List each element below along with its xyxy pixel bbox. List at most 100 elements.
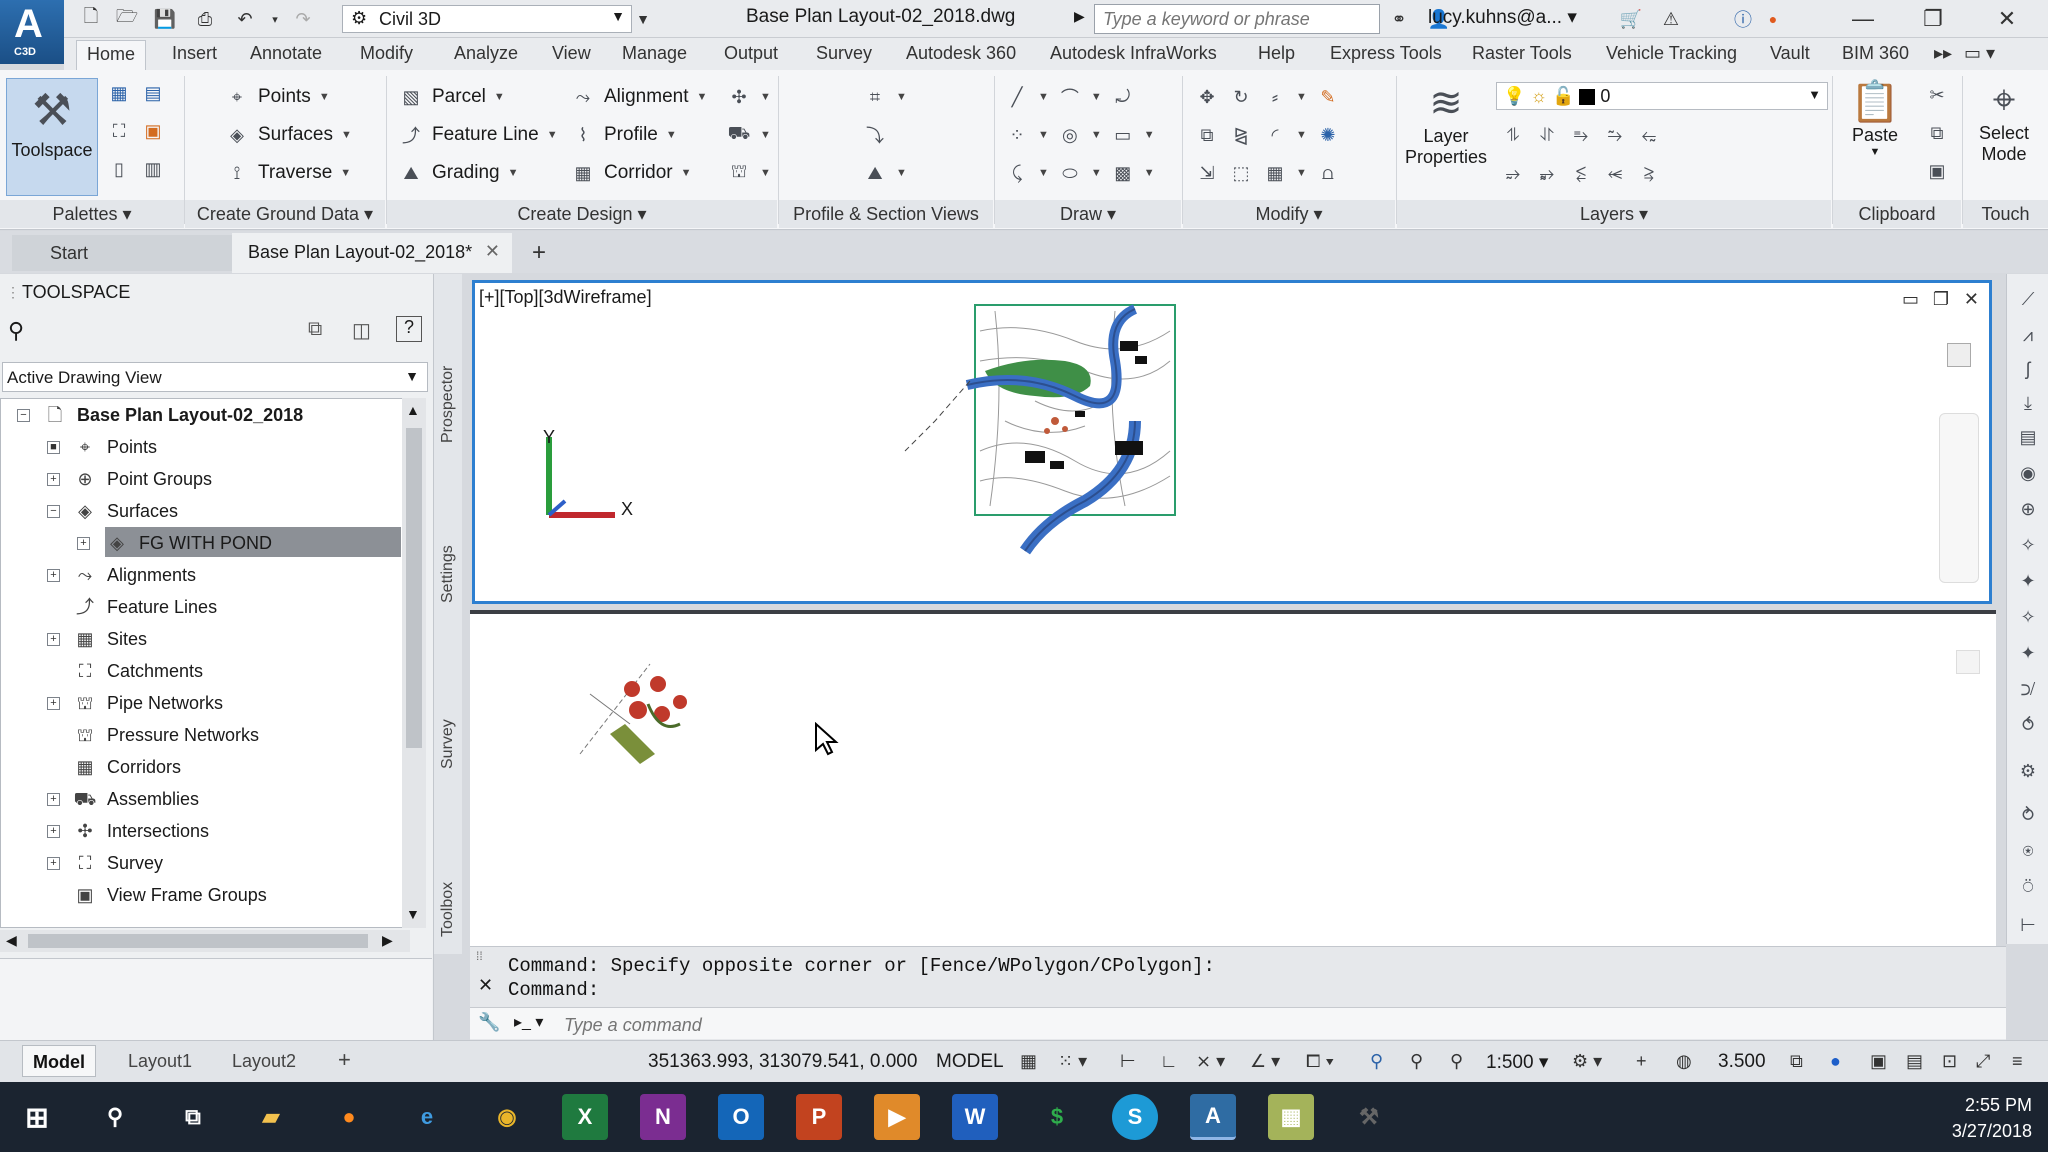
user-account[interactable]: lucy.kuhns@a... ▾: [1428, 6, 1577, 29]
scale-icon[interactable]: ⬚: [1228, 160, 1254, 186]
toggle-panel-icon[interactable]: ◫: [352, 318, 371, 343]
application-menu-button[interactable]: A C3D: [0, 0, 64, 64]
design-palette-icon[interactable]: ▯: [106, 156, 132, 182]
viewport-controls-label[interactable]: [+][Top][3dWireframe]: [479, 287, 652, 308]
collapse-toggle[interactable]: −: [47, 505, 60, 518]
tab-help[interactable]: Help: [1258, 43, 1295, 64]
rectangle-icon[interactable]: ▭: [1110, 122, 1136, 148]
expand-toggle[interactable]: +: [47, 633, 60, 646]
trim-icon[interactable]: ⸗: [1262, 84, 1288, 110]
more-tabs-icon[interactable]: ▸▸: [1934, 43, 1952, 64]
copy-clip-icon[interactable]: ⧉: [1924, 120, 1950, 146]
layer-isolate-icon[interactable]: ⥯: [1534, 122, 1560, 148]
tool-18-icon[interactable]: ⊢: [2017, 914, 2039, 936]
toolbox-icon[interactable]: ▣: [140, 118, 166, 144]
rotate-icon[interactable]: ↻: [1228, 84, 1254, 110]
polar-icon[interactable]: ⨯ ▾: [1196, 1051, 1225, 1072]
select-mode-button[interactable]: ⌖ Select Mode: [1964, 78, 2044, 165]
layer-merge-icon[interactable]: ⥵: [1534, 160, 1560, 186]
tool-15-icon[interactable]: ⥁: [2017, 804, 2039, 826]
task-view-icon[interactable]: ⧉: [170, 1094, 216, 1140]
annotation-visibility-icon[interactable]: ⚲: [1370, 1051, 1383, 1072]
prospector-icon[interactable]: ▦: [106, 80, 132, 106]
osnap-icon[interactable]: ⧠ ▾: [1306, 1051, 1334, 1072]
expand-toggle[interactable]: ■: [47, 441, 60, 454]
help-search-input[interactable]: [1094, 4, 1380, 34]
chrome-icon[interactable]: ◉: [484, 1094, 530, 1140]
tab-settings[interactable]: Settings: [436, 524, 460, 624]
annotation-scale[interactable]: 1:500 ▾: [1486, 1051, 1548, 1074]
item-view-icon[interactable]: ⧉: [308, 318, 322, 341]
arc-icon[interactable]: ⌒: [1057, 84, 1083, 110]
expand-toggle[interactable]: +: [47, 473, 60, 486]
tree-item-intersections[interactable]: ✣ Intersections: [73, 816, 209, 846]
tree-item-catchments[interactable]: ⛶ Catchments: [73, 656, 203, 686]
copy-icon[interactable]: ⧉: [1194, 122, 1220, 148]
tool-1-icon[interactable]: ⟋: [2017, 288, 2039, 310]
panel-layers[interactable]: Layers ▾: [1397, 200, 1831, 228]
infer-icon[interactable]: ⊢: [1120, 1051, 1136, 1072]
feature-line-button[interactable]: ⤴ Feature Line ▼: [398, 122, 558, 148]
assembly-icon[interactable]: ⛟: [726, 122, 752, 148]
tab-vault[interactable]: Vault: [1770, 43, 1810, 64]
layer-dropdown[interactable]: 💡 ☼ 🔓 0 ▼: [1496, 82, 1828, 110]
scroll-up-icon[interactable]: ▲: [406, 402, 420, 418]
points-draw-icon[interactable]: ⁘: [1004, 122, 1030, 148]
scroll-right-icon[interactable]: ▶: [382, 932, 393, 949]
panel-clipboard[interactable]: Clipboard: [1833, 200, 1961, 228]
tab-start[interactable]: Start: [12, 235, 232, 271]
tab-current-drawing[interactable]: Base Plan Layout-02_2018* ✕: [232, 233, 512, 273]
tab-manage[interactable]: Manage: [622, 43, 687, 64]
auto-scale-icon[interactable]: ⚲: [1410, 1051, 1423, 1072]
map-app-icon[interactable]: ▦: [1268, 1094, 1314, 1140]
tree-item-pressure-networks[interactable]: ⛫ Pressure Networks: [73, 720, 259, 750]
mirror-icon[interactable]: ⧎: [1228, 122, 1254, 148]
tool-13-icon[interactable]: ⥀: [2017, 714, 2039, 736]
tree-item-surfaces[interactable]: ◈ Surfaces: [73, 496, 178, 526]
customize-quick-access-icon[interactable]: ▼: [630, 6, 656, 32]
firefox-icon[interactable]: ●: [326, 1094, 372, 1140]
tool-8-icon[interactable]: ✧: [2017, 534, 2039, 556]
redo-icon[interactable]: ↷: [290, 6, 316, 32]
tool-11-icon[interactable]: ✦: [2017, 642, 2039, 664]
tab-bim-360[interactable]: BIM 360: [1842, 43, 1909, 64]
snap-icon[interactable]: ⁙ ▾: [1058, 1051, 1087, 1072]
layer-off-icon[interactable]: ⥮: [1500, 122, 1526, 148]
fullscreen-icon[interactable]: ⤢: [1976, 1051, 1990, 1072]
toolspace-button[interactable]: ⚒ Toolspace: [6, 78, 98, 196]
tab-toolbox[interactable]: Toolbox: [436, 864, 460, 954]
hatch-icon[interactable]: ▩: [1110, 160, 1136, 186]
word-icon[interactable]: W: [952, 1094, 998, 1140]
parcel-button[interactable]: ▧ Parcel ▼: [398, 84, 504, 110]
model-space-toggle[interactable]: MODEL: [936, 1051, 1004, 1073]
tool-17-icon[interactable]: ⍥: [2017, 876, 2039, 898]
palette-grip-icon[interactable]: ⋮: [6, 284, 20, 301]
pond-detail-drawing[interactable]: [570, 654, 710, 774]
tool-4-icon[interactable]: ⤓: [2017, 392, 2039, 414]
workspace-gear-icon[interactable]: ⚙ ▾: [1572, 1051, 1602, 1072]
binoculars-icon[interactable]: ⚭: [1386, 6, 1412, 32]
annotation-monitor-icon[interactable]: +: [1636, 1051, 1647, 1072]
profile-button[interactable]: ⌇ Profile ▼: [570, 122, 677, 148]
expand-toggle[interactable]: +: [77, 537, 90, 550]
search-expand-icon[interactable]: ▶: [1074, 8, 1085, 25]
add-layout-button[interactable]: +: [328, 1045, 361, 1077]
tab-annotate[interactable]: Annotate: [250, 43, 322, 64]
tab-express-tools[interactable]: Express Tools: [1330, 43, 1442, 64]
traverse-button[interactable]: ⟟ Traverse ▼: [224, 160, 352, 186]
lock-ui-icon[interactable]: ⊡: [1942, 1051, 1957, 1072]
internet-explorer-icon[interactable]: e: [404, 1094, 450, 1140]
viewport-top[interactable]: [+][Top][3dWireframe] ▭ ❐ ✕ Y X: [472, 280, 1992, 604]
panel-profile-section-views[interactable]: Profile & Section Views: [779, 200, 993, 228]
spline-icon[interactable]: ⤹: [1004, 160, 1030, 186]
ribbon-minimize-icon[interactable]: ▭ ▾: [1964, 43, 1995, 64]
layer-lock-icon[interactable]: ⥲: [1602, 122, 1628, 148]
workspace-select[interactable]: ⚙ Civil 3D ▼: [342, 5, 632, 33]
pipe-network-icon[interactable]: ⛫: [726, 160, 752, 186]
erase-icon[interactable]: ✎: [1315, 84, 1341, 110]
tab-autodesk-infraworks[interactable]: Autodesk InfraWorks: [1050, 43, 1217, 64]
sample-lines-icon[interactable]: ⤵: [862, 122, 888, 148]
skype-icon[interactable]: S: [1112, 1094, 1158, 1140]
panel-palettes[interactable]: Palettes ▾: [0, 200, 184, 228]
layer-match-icon[interactable]: ⥳: [1636, 122, 1662, 148]
